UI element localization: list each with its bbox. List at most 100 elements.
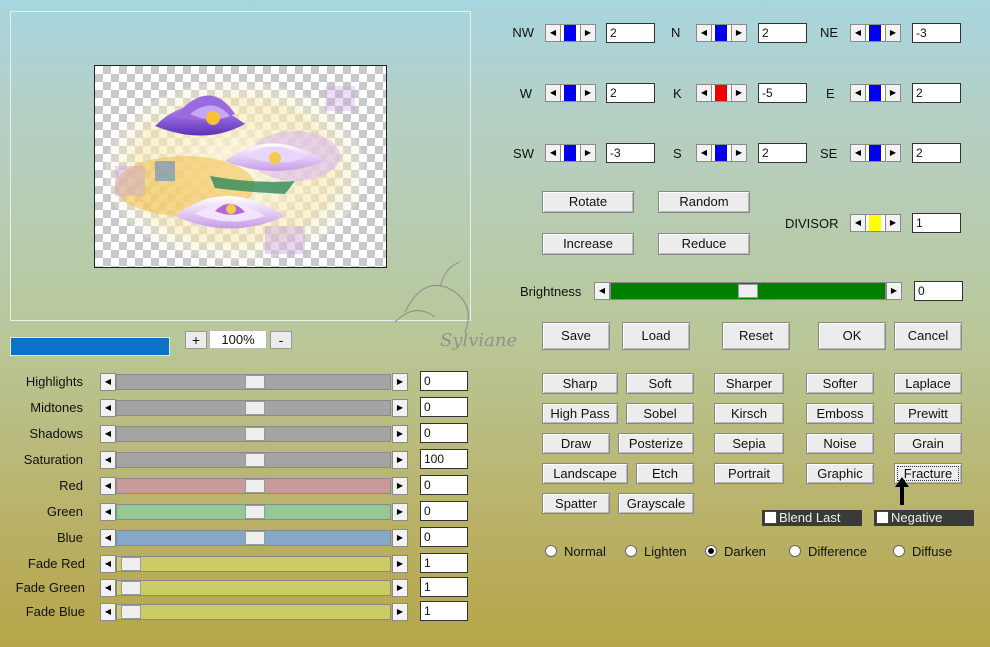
mode-normal-radio[interactable] [545, 545, 557, 557]
sw-thumb[interactable] [564, 145, 576, 161]
preset-grayscale-button[interactable]: Grayscale [618, 493, 694, 514]
sw-decrease-button[interactable]: ◀ [545, 144, 561, 162]
divisor-increase-button[interactable]: ▶ [885, 214, 901, 232]
cancel-button[interactable]: Cancel [894, 322, 962, 350]
preset-sobel-button[interactable]: Sobel [626, 403, 694, 424]
rotate-button[interactable]: Rotate [542, 191, 634, 213]
s-thumb[interactable] [715, 145, 727, 161]
preset-kirsch-button[interactable]: Kirsch [714, 403, 784, 424]
random-button[interactable]: Random [658, 191, 750, 213]
highlights-decrease-button[interactable]: ◀ [100, 373, 116, 391]
mode-difference-radio[interactable] [789, 545, 801, 557]
nw-mini-track[interactable] [561, 24, 581, 42]
green-thumb[interactable] [245, 505, 265, 519]
preset-laplace-button[interactable]: Laplace [894, 373, 962, 394]
highlights-value-field[interactable]: 0 [420, 371, 468, 391]
shadows-increase-button[interactable]: ▶ [392, 425, 408, 443]
blend-last-checkbox[interactable] [764, 511, 777, 524]
divisor-mini-track[interactable] [866, 214, 886, 232]
midtones-decrease-button[interactable]: ◀ [100, 399, 116, 417]
preset-etch-button[interactable]: Etch [636, 463, 694, 484]
w-thumb[interactable] [564, 85, 576, 101]
w-decrease-button[interactable]: ◀ [545, 84, 561, 102]
sw-value-field[interactable]: -3 [606, 143, 655, 163]
fade-green-decrease-button[interactable]: ◀ [100, 579, 116, 597]
se-value-field[interactable]: 2 [912, 143, 961, 163]
fade-red-value-field[interactable]: 1 [420, 553, 468, 573]
ne-mini-track[interactable] [866, 24, 886, 42]
brightness-thumb[interactable] [738, 284, 758, 298]
k-value-field[interactable]: -5 [758, 83, 807, 103]
highlights-thumb[interactable] [245, 375, 265, 389]
load-button[interactable]: Load [622, 322, 690, 350]
preset-sharper-button[interactable]: Sharper [714, 373, 784, 394]
nw-decrease-button[interactable]: ◀ [545, 24, 561, 42]
midtones-track[interactable] [116, 400, 391, 416]
save-button[interactable]: Save [542, 322, 610, 350]
brightness-track[interactable] [610, 282, 886, 300]
red-value-field[interactable]: 0 [420, 475, 468, 495]
blue-decrease-button[interactable]: ◀ [100, 529, 116, 547]
preset-emboss-button[interactable]: Emboss [806, 403, 874, 424]
fade-red-thumb[interactable] [121, 557, 141, 571]
fade-red-decrease-button[interactable]: ◀ [100, 555, 116, 573]
preset-draw-button[interactable]: Draw [542, 433, 610, 454]
green-decrease-button[interactable]: ◀ [100, 503, 116, 521]
blue-track[interactable] [116, 530, 391, 546]
ne-increase-button[interactable]: ▶ [885, 24, 901, 42]
blue-thumb[interactable] [245, 531, 265, 545]
n-value-field[interactable]: 2 [758, 23, 807, 43]
fade-green-thumb[interactable] [121, 581, 141, 595]
highlights-track[interactable] [116, 374, 391, 390]
sw-increase-button[interactable]: ▶ [580, 144, 596, 162]
fade-green-value-field[interactable]: 1 [420, 577, 468, 597]
fade-red-track[interactable] [116, 556, 391, 572]
e-thumb[interactable] [869, 85, 881, 101]
green-increase-button[interactable]: ▶ [392, 503, 408, 521]
se-decrease-button[interactable]: ◀ [850, 144, 866, 162]
divisor-thumb[interactable] [869, 215, 881, 231]
green-value-field[interactable]: 0 [420, 501, 468, 521]
w-value-field[interactable]: 2 [606, 83, 655, 103]
w-mini-track[interactable] [561, 84, 581, 102]
brightness-increase-button[interactable]: ▶ [886, 282, 902, 300]
increase-button[interactable]: Increase [542, 233, 634, 255]
midtones-increase-button[interactable]: ▶ [392, 399, 408, 417]
mode-diffuse-radio[interactable] [893, 545, 905, 557]
ne-thumb[interactable] [869, 25, 881, 41]
se-thumb[interactable] [869, 145, 881, 161]
nw-thumb[interactable] [564, 25, 576, 41]
preset-softer-button[interactable]: Softer [806, 373, 874, 394]
saturation-decrease-button[interactable]: ◀ [100, 451, 116, 469]
s-value-field[interactable]: 2 [758, 143, 807, 163]
red-increase-button[interactable]: ▶ [392, 477, 408, 495]
n-mini-track[interactable] [712, 24, 732, 42]
s-mini-track[interactable] [712, 144, 732, 162]
mode-darken-radio[interactable] [705, 545, 717, 557]
divisor-value-field[interactable]: 1 [912, 213, 961, 233]
nw-value-field[interactable]: 2 [606, 23, 655, 43]
preset-sharp-button[interactable]: Sharp [542, 373, 618, 394]
preset-high-pass-button[interactable]: High Pass [542, 403, 618, 424]
zoom-out-button[interactable]: - [270, 331, 292, 349]
nw-increase-button[interactable]: ▶ [580, 24, 596, 42]
shadows-thumb[interactable] [245, 427, 265, 441]
highlights-increase-button[interactable]: ▶ [392, 373, 408, 391]
n-decrease-button[interactable]: ◀ [696, 24, 712, 42]
s-increase-button[interactable]: ▶ [731, 144, 747, 162]
fade-blue-value-field[interactable]: 1 [420, 601, 468, 621]
e-mini-track[interactable] [866, 84, 886, 102]
fade-green-increase-button[interactable]: ▶ [392, 579, 408, 597]
preset-landscape-button[interactable]: Landscape [542, 463, 628, 484]
preset-grain-button[interactable]: Grain [894, 433, 962, 454]
preset-soft-button[interactable]: Soft [626, 373, 694, 394]
k-increase-button[interactable]: ▶ [731, 84, 747, 102]
ne-value-field[interactable]: -3 [912, 23, 961, 43]
n-thumb[interactable] [715, 25, 727, 41]
se-mini-track[interactable] [866, 144, 886, 162]
negative-checkbox[interactable] [876, 511, 889, 524]
red-track[interactable] [116, 478, 391, 494]
red-decrease-button[interactable]: ◀ [100, 477, 116, 495]
red-thumb[interactable] [245, 479, 265, 493]
brightness-decrease-button[interactable]: ◀ [594, 282, 610, 300]
